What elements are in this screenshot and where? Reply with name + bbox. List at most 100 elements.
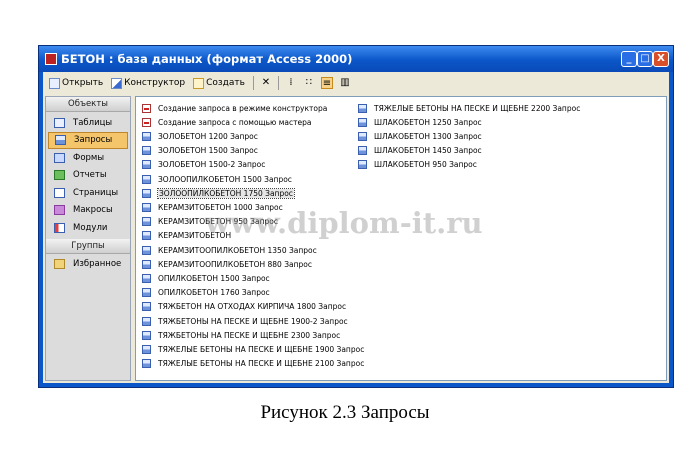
objects-header[interactable]: Объекты <box>46 97 130 112</box>
query-label: ЗОЛОБЕТОН 1500 Запрос <box>158 146 258 156</box>
query-label: ШЛАКОБЕТОН 1450 Запрос <box>374 146 482 156</box>
query-list-item[interactable]: ТЯЖЕЛЫЕ БЕТОНЫ НА ПЕСКЕ И ЩЕБНЕ 2100 Зап… <box>142 357 364 371</box>
sidebar-item-modules[interactable]: Модули <box>46 219 130 237</box>
query-list-item[interactable]: ЗОЛОБЕТОН 1200 Запрос <box>142 129 258 143</box>
query-icon <box>142 188 151 198</box>
query-label: КЕРАМЗИТООПИЛКОБЕТОН 1350 Запрос <box>158 245 317 255</box>
groups-header[interactable]: Группы <box>46 238 130 254</box>
sidebar-item-macros[interactable]: Макросы <box>46 202 130 220</box>
module-icon <box>54 222 65 233</box>
query-list-item[interactable]: ЗОЛОБЕТОН 1500-2 Запрос <box>142 158 265 172</box>
sidebar-item-label: Избранное <box>73 259 122 270</box>
sidebar-item-label: Модули <box>73 222 108 233</box>
sidebar-item-reports[interactable]: Отчеты <box>46 167 130 185</box>
watermark-text: www.diplom-it.ru <box>205 206 483 240</box>
query-icon <box>142 330 151 340</box>
query-list-item[interactable]: ШЛАКОБЕТОН 1300 Запрос <box>358 129 482 143</box>
details-view-icon[interactable]: ▥ <box>339 77 351 89</box>
query-icon <box>142 316 151 326</box>
close-button[interactable]: X <box>653 51 669 67</box>
query-label: ТЯЖБЕТОНЫ НА ПЕСКЕ И ЩЕБНЕ 1900-2 Запрос <box>158 316 348 326</box>
sidebar-item-forms[interactable]: Формы <box>46 149 130 167</box>
query-label: ТЯЖЕЛЫЕ БЕТОНЫ НА ПЕСКЕ И ЩЕБНЕ 2200 Зап… <box>374 103 581 113</box>
objects-sidebar: Объекты Таблицы Запросы Формы Отчеты Стр… <box>45 96 131 381</box>
query-list-item[interactable]: ШЛАКОБЕТОН 1250 Запрос <box>358 115 482 129</box>
query-list-item[interactable]: ОПИЛКОБЕТОН 1500 Запрос <box>142 271 270 285</box>
query-list-item[interactable]: ШЛАКОБЕТОН 1450 Запрос <box>358 144 482 158</box>
query-icon <box>358 131 367 141</box>
query-label: ЗОЛОБЕТОН 1500-2 Запрос <box>158 160 266 170</box>
query-icon <box>142 288 151 298</box>
create-button[interactable]: Создать <box>193 77 245 89</box>
query-icon <box>142 259 151 269</box>
sidebar-item-queries[interactable]: Запросы <box>48 131 128 149</box>
query-list-item[interactable]: ЗОЛООПИЛКОБЕТОН 1500 Запрос <box>142 172 292 186</box>
query-label: ОПИЛКОБЕТОН 1500 Запрос <box>158 273 270 283</box>
toolbar-separator <box>252 76 254 90</box>
query-list-item[interactable]: ЗОЛОБЕТОН 1500 Запрос <box>142 144 258 158</box>
query-list-item[interactable]: Создание запроса в режиме конструктора <box>142 101 327 115</box>
small-icons-view-icon[interactable]: ∷ <box>303 77 315 89</box>
maximize-button[interactable]: □ <box>637 51 653 67</box>
query-list-item[interactable]: ТЯЖБЕТОНЫ НА ПЕСКЕ И ЩЕБНЕ 1900-2 Запрос <box>142 314 348 328</box>
list-view-icon[interactable]: ≡ <box>320 77 333 89</box>
minimize-button[interactable]: _ <box>621 51 637 67</box>
design-button[interactable]: Конструктор <box>111 77 186 89</box>
query-label: ШЛАКОБЕТОН 1250 Запрос <box>374 117 482 127</box>
query-icon <box>142 231 151 241</box>
query-label: ТЯЖБЕТОНЫ НА ПЕСКЕ И ЩЕБНЕ 2300 Запрос <box>158 330 341 340</box>
query-list-item[interactable]: ОПИЛКОБЕТОН 1760 Запрос <box>142 286 270 300</box>
query-label: ОПИЛКОБЕТОН 1760 Запрос <box>158 288 270 298</box>
design-icon <box>111 77 123 89</box>
title-bar[interactable]: БЕТОН : база данных (формат Access 2000)… <box>39 46 673 72</box>
query-icon <box>142 273 151 283</box>
query-label: ТЯЖЕЛЫЕ БЕТОНЫ НА ПЕСКЕ И ЩЕБНЕ 1900 Зап… <box>158 344 365 354</box>
toolbar-separator <box>277 76 279 90</box>
query-list-item[interactable]: КЕРАМЗИТООПИЛКОБЕТОН 1350 Запрос <box>142 243 317 257</box>
create-icon <box>193 77 205 89</box>
query-icon <box>142 202 151 212</box>
query-label: ШЛАКОБЕТОН 1300 Запрос <box>374 131 482 141</box>
query-list-item[interactable]: ТЯЖБЕТОНЫ НА ПЕСКЕ И ЩЕБНЕ 2300 Запрос <box>142 328 340 342</box>
query-label: ТЯЖБЕТОН НА ОТХОДАХ КИРПИЧА 1800 Запрос <box>158 302 347 312</box>
query-icon <box>142 302 151 312</box>
query-icon <box>142 160 151 170</box>
query-label: ТЯЖЕЛЫЕ БЕТОНЫ НА ПЕСКЕ И ЩЕБНЕ 2100 Зап… <box>158 359 365 369</box>
query-list-item[interactable]: ТЯЖЕЛЫЕ БЕТОНЫ НА ПЕСКЕ И ЩЕБНЕ 2200 Зап… <box>358 101 580 115</box>
macro-icon <box>54 205 65 216</box>
query-list-item[interactable]: КЕРАМЗИТООПИЛКОБЕТОН 880 Запрос <box>142 257 312 271</box>
query-icon <box>142 359 151 369</box>
query-list-item[interactable]: Создание запроса с помощью мастера <box>142 115 311 129</box>
folder-icon <box>54 259 65 270</box>
toolbar: Открыть Конструктор Создать ✕ ⁞ ∷ ≡ ▥ <box>43 72 669 94</box>
query-icon <box>142 217 151 227</box>
sidebar-item-label: Запросы <box>74 135 113 146</box>
query-icon <box>55 135 66 146</box>
query-list-item[interactable]: ТЯЖБЕТОН НА ОТХОДАХ КИРПИЧА 1800 Запрос <box>142 300 346 314</box>
report-icon <box>54 170 65 181</box>
query-icon <box>358 117 367 127</box>
query-icon <box>142 344 151 354</box>
query-list-item[interactable]: ШЛАКОБЕТОН 950 Запрос <box>358 158 477 172</box>
open-icon <box>49 77 60 89</box>
sidebar-item-label: Страницы <box>73 187 119 198</box>
query-icon <box>358 146 367 156</box>
query-icon <box>142 146 151 156</box>
page-icon <box>54 187 65 198</box>
sidebar-item-label: Отчеты <box>73 170 107 181</box>
query-icon <box>358 160 367 170</box>
query-icon <box>142 131 151 141</box>
sidebar-item-pages[interactable]: Страницы <box>46 184 130 202</box>
query-list-item[interactable]: ЗОЛООПИЛКОБЕТОН 1750 Запрос <box>142 186 295 200</box>
delete-icon[interactable]: ✕ <box>260 77 272 89</box>
sidebar-item-tables[interactable]: Таблицы <box>46 114 130 132</box>
design-label: Конструктор <box>124 78 186 88</box>
query-label: ЗОЛОБЕТОН 1200 Запрос <box>158 131 258 141</box>
sidebar-item-label: Формы <box>73 152 105 163</box>
large-icons-view-icon[interactable]: ⁞ <box>285 77 297 89</box>
sidebar-item-favorites[interactable]: Избранное <box>46 256 130 274</box>
wizard-icon <box>142 103 151 113</box>
open-button[interactable]: Открыть <box>49 77 103 89</box>
query-list-item[interactable]: ТЯЖЕЛЫЕ БЕТОНЫ НА ПЕСКЕ И ЩЕБНЕ 1900 Зап… <box>142 342 364 356</box>
form-icon <box>54 152 65 163</box>
